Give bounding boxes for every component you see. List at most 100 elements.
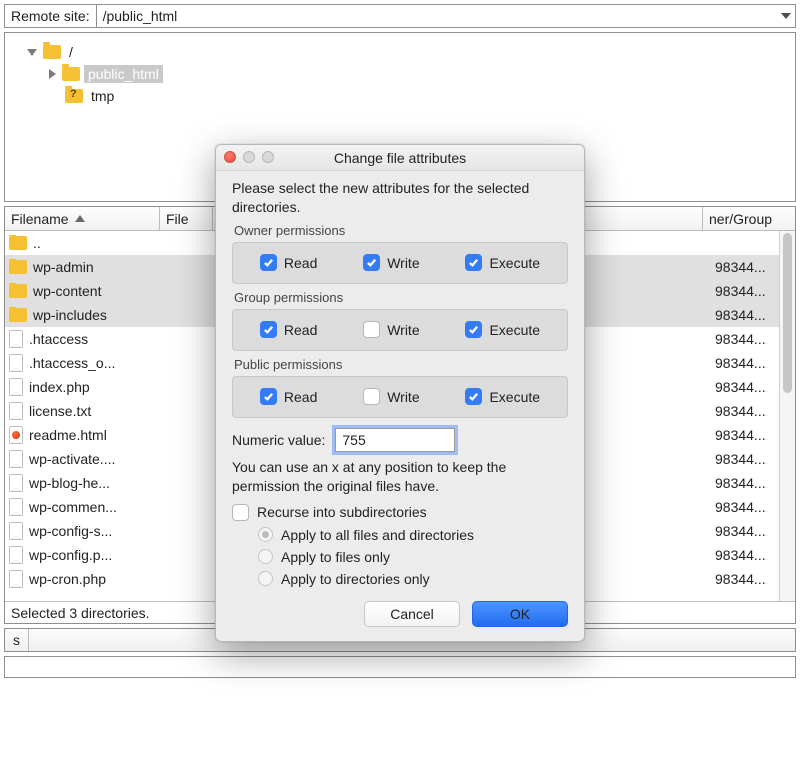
remote-site-path: /public_html [103,8,178,24]
checkbox-icon[interactable] [363,254,380,271]
cancel-button[interactable]: Cancel [364,601,460,627]
file-icon [9,498,23,516]
owner-read-toggle[interactable]: Read [260,254,317,271]
group-read-toggle[interactable]: Read [260,321,317,338]
checkbox-icon[interactable] [260,388,277,405]
group-label-public: Public permissions [234,357,568,372]
change-attributes-dialog: Change file attributes Please select the… [215,144,585,642]
perm-box-group: Read Write Execute [232,309,568,351]
dialog-titlebar[interactable]: Change file attributes [216,145,584,171]
file-owner: 98344... [715,499,766,515]
folder-icon [43,45,61,59]
perm-label: Write [387,389,419,405]
public-execute-toggle[interactable]: Execute [465,388,540,405]
group-label-group: Group permissions [234,290,568,305]
col-filesize[interactable]: File [160,207,213,230]
tree-root-label: / [65,43,77,61]
dialog-buttons: Cancel OK [232,601,568,627]
tree-root[interactable]: / [9,41,791,63]
perm-label: Execute [489,322,540,338]
radio-apply-all: Apply to all files and directories [258,527,568,543]
checkbox-icon[interactable] [260,254,277,271]
radio-icon [258,527,273,542]
file-name: wp-config.p... [29,547,112,563]
file-name: wp-activate.... [29,451,115,467]
file-name: wp-includes [33,307,107,323]
file-name: license.txt [29,403,91,419]
disclosure-down-icon[interactable] [27,49,37,56]
file-html-icon [9,426,23,444]
public-read-toggle[interactable]: Read [260,388,317,405]
scrollbar-thumb[interactable] [783,233,792,393]
public-write-toggle[interactable]: Write [363,388,419,405]
traffic-lights [224,151,274,163]
col-owner[interactable]: ner/Group [703,207,795,230]
folder-icon [9,308,27,322]
file-name: wp-admin [33,259,94,275]
checkbox-icon[interactable] [465,388,482,405]
group-label-owner: Owner permissions [234,223,568,238]
remote-site-label: Remote site: [5,8,96,24]
numeric-value-input[interactable] [335,428,455,452]
dialog-title: Change file attributes [334,150,466,166]
owner-write-toggle[interactable]: Write [363,254,419,271]
disclosure-right-icon[interactable] [49,69,56,79]
radio-apply-dirs: Apply to directories only [258,571,568,587]
radio-icon [258,549,273,564]
file-owner: 98344... [715,403,766,419]
checkbox-icon[interactable] [465,254,482,271]
file-owner: 98344... [715,475,766,491]
file-name: wp-config-s... [29,523,112,539]
folder-unknown-icon [65,89,83,103]
remote-site-field[interactable]: /public_html [96,5,795,27]
close-icon[interactable] [224,151,236,163]
perm-label: Read [284,255,317,271]
tree-item[interactable]: public_html [9,63,791,85]
dialog-body: Please select the new attributes for the… [216,171,584,641]
recurse-label: Recurse into subdirectories [257,504,427,520]
bottom-pane [4,656,796,678]
radio-icon [258,571,273,586]
group-execute-toggle[interactable]: Execute [465,321,540,338]
recurse-row[interactable]: Recurse into subdirectories [232,504,568,521]
chevron-down-icon[interactable] [781,13,791,19]
tree-item-label: tmp [87,87,118,105]
folder-icon [9,284,27,298]
file-icon [9,330,23,348]
file-name: .htaccess_o... [29,355,115,371]
checkbox-icon[interactable] [260,321,277,338]
remote-site-bar: Remote site: /public_html [4,4,796,28]
radio-apply-files: Apply to files only [258,549,568,565]
numeric-row: Numeric value: [232,428,568,452]
zoom-icon [262,151,274,163]
file-icon [9,570,23,588]
file-icon [9,354,23,372]
file-owner: 98344... [715,451,766,467]
folder-icon [9,236,27,250]
file-icon [9,402,23,420]
checkbox-icon[interactable] [363,321,380,338]
file-owner: 98344... [715,547,766,563]
scrollbar[interactable] [779,231,795,601]
file-owner: 98344... [715,523,766,539]
group-write-toggle[interactable]: Write [363,321,419,338]
file-owner: 98344... [715,379,766,395]
perm-label: Execute [489,389,540,405]
ok-button[interactable]: OK [472,601,568,627]
col-filename[interactable]: Filename [5,207,160,230]
file-owner: 98344... [715,307,766,323]
perm-label: Write [387,255,419,271]
perm-label: Write [387,322,419,338]
checkbox-icon[interactable] [363,388,380,405]
file-name: readme.html [29,427,107,443]
file-name: index.php [29,379,90,395]
checkbox-icon[interactable] [465,321,482,338]
minimize-icon [243,151,255,163]
recurse-checkbox[interactable] [232,504,249,521]
file-name: .htaccess [29,331,88,347]
owner-execute-toggle[interactable]: Execute [465,254,540,271]
file-icon [9,522,23,540]
file-owner: 98344... [715,427,766,443]
tree-item[interactable]: tmp [9,85,791,107]
perm-box-public: Read Write Execute [232,376,568,418]
